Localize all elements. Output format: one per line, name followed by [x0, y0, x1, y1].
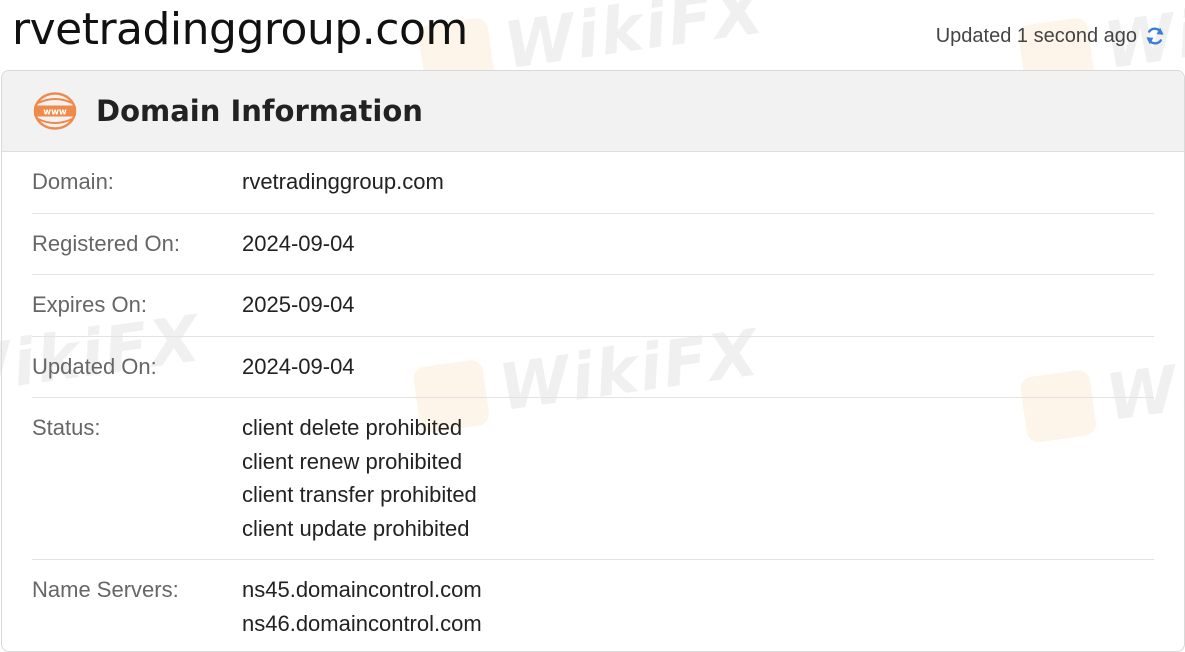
info-value-line: rvetradinggroup.com	[242, 169, 444, 194]
info-value-line: client transfer prohibited	[242, 482, 477, 507]
info-value-line: client delete prohibited	[242, 415, 463, 440]
info-row: Name Servers: ns45.domaincontrol.com ns46.…	[32, 560, 1154, 651]
info-value-line: ns45.domaincontrol.com	[242, 577, 482, 602]
info-row-label: Expires On:	[32, 292, 147, 317]
page-header: rvetradinggroup.com Updated 1 second ago	[0, 0, 1185, 70]
info-row-label: Registered On:	[32, 230, 180, 256]
info-row-value: rvetradinggroup.com	[242, 165, 444, 199]
info-row-label: Updated On:	[32, 353, 157, 379]
info-value-line: 2025-09-04	[242, 292, 355, 317]
domain-info-list: Domain: rvetradinggroup.com Registered On:…	[2, 152, 1184, 651]
info-row-label: Domain:	[32, 169, 114, 194]
info-row: Domain: rvetradinggroup.com	[32, 152, 1154, 214]
info-row-value: client delete prohibited client renew pro…	[242, 411, 477, 545]
svg-text:www: www	[43, 108, 67, 118]
domain-info-card: www Domain Information Domain: rvetrading…	[1, 70, 1185, 652]
www-icon: www	[32, 91, 78, 131]
info-value-line: ns46.domaincontrol.com	[242, 610, 482, 636]
info-row: Status: client delete prohibited client re…	[32, 398, 1154, 560]
info-value-line: client renew prohibited	[242, 448, 463, 474]
updated-text: Updated 1 second ago	[935, 24, 1137, 47]
info-row-value: 2025-09-04	[242, 288, 355, 322]
info-row-label: Status:	[32, 415, 101, 440]
card-header: www Domain Information	[2, 71, 1184, 152]
info-row-value: 2024-09-04	[242, 350, 355, 384]
page-title: rvetradinggroup.com	[12, 4, 468, 55]
card-title: Domain Information	[96, 94, 423, 128]
info-row: Registered On: 2024-09-04	[32, 214, 1154, 275]
info-row-value: ns45.domaincontrol.com ns46.domaincontrol…	[242, 573, 482, 640]
info-row-value: 2024-09-04	[242, 227, 355, 261]
info-row: Updated On: 2024-09-04	[32, 337, 1154, 398]
refresh-icon[interactable]	[1143, 24, 1167, 48]
info-row: Expires On: 2025-09-04	[32, 275, 1154, 337]
info-value-line: 2024-09-04	[242, 230, 355, 256]
info-value-line: client update prohibited	[242, 515, 470, 541]
update-status: Updated 1 second ago	[936, 24, 1167, 48]
info-row-label: Name Servers:	[32, 577, 179, 602]
info-value-line: 2024-09-04	[242, 353, 355, 379]
